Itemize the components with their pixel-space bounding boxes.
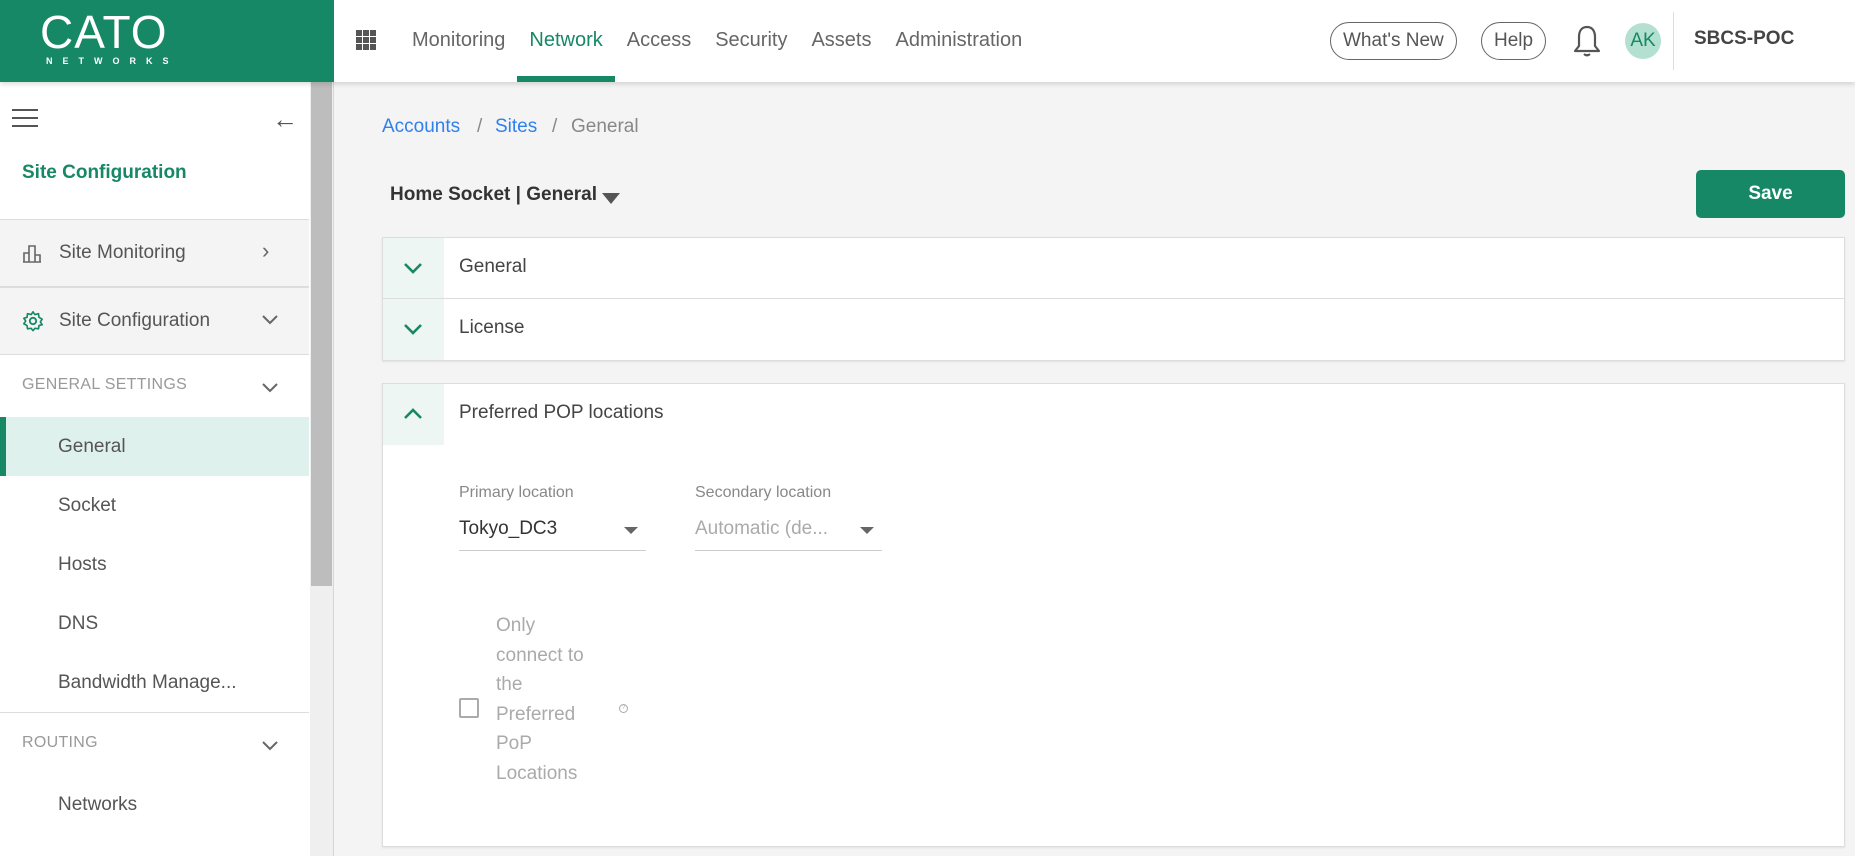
- chevron-down-icon: [262, 315, 278, 325]
- primary-location-select[interactable]: Tokyo_DC3: [459, 508, 646, 551]
- nav-access[interactable]: Access: [615, 0, 703, 82]
- sidebar-section-label: Site Monitoring: [59, 242, 186, 263]
- primary-location-value: Tokyo_DC3: [459, 518, 558, 539]
- account-name[interactable]: SBCS-POC: [1694, 28, 1794, 50]
- sidebar-divider: [0, 712, 309, 713]
- sidebar: ← Site Configuration Site Monitoring › S…: [0, 82, 310, 856]
- chevron-down-icon: [404, 263, 422, 274]
- panel-title: License: [459, 317, 525, 338]
- caret-down-icon: [860, 527, 874, 534]
- whats-new-button[interactable]: What's New: [1330, 22, 1457, 60]
- checkbox-label: Only connect to the Preferred PoP Locati…: [496, 615, 584, 784]
- sidebar-item-socket[interactable]: Socket: [0, 476, 309, 535]
- chevron-down-icon: [404, 324, 422, 335]
- sidebar-item-hosts[interactable]: Hosts: [0, 535, 309, 594]
- collapsed-panels: General License: [382, 237, 1845, 361]
- chevron-down-icon[interactable]: [260, 378, 280, 398]
- nav-security[interactable]: Security: [703, 0, 799, 82]
- panel-pop-toggle[interactable]: [383, 384, 444, 445]
- primary-location-label: Primary location: [459, 484, 574, 501]
- logo-subtitle: NETWORKS: [46, 56, 179, 66]
- sidebar-item-general[interactable]: General: [0, 417, 309, 476]
- nav-monitoring[interactable]: Monitoring: [400, 0, 517, 82]
- cato-logo[interactable]: CATO NETWORKS: [0, 0, 334, 82]
- help-icon[interactable]: ?: [619, 704, 628, 713]
- nav-assets[interactable]: Assets: [799, 0, 883, 82]
- help-button[interactable]: Help: [1481, 22, 1547, 60]
- breadcrumb-accounts[interactable]: Accounts: [382, 116, 460, 138]
- header-divider: [1673, 12, 1674, 70]
- sidebar-section-site-configuration[interactable]: Site Configuration: [0, 287, 309, 355]
- panel-preferred-pop: Preferred POP locations Primary location…: [382, 383, 1845, 847]
- nav-network[interactable]: Network: [517, 0, 616, 82]
- sidebar-item-dns[interactable]: DNS: [0, 594, 309, 653]
- bell-icon[interactable]: [1572, 24, 1602, 58]
- panel-title[interactable]: Preferred POP locations: [459, 402, 664, 424]
- chevron-up-icon: [404, 408, 422, 419]
- sidebar-title: Site Configuration: [22, 162, 187, 183]
- main-content: Accounts / Sites / General Home Socket |…: [334, 82, 1855, 856]
- page-title-selector[interactable]: Home Socket | General: [390, 184, 597, 206]
- logo-wordmark: CATO: [40, 6, 168, 58]
- chevron-right-icon: ›: [262, 238, 270, 263]
- user-avatar[interactable]: AK: [1625, 23, 1661, 59]
- preferred-pop-only-checkbox[interactable]: [459, 698, 479, 718]
- hamburger-icon[interactable]: [12, 109, 38, 129]
- secondary-location-placeholder: Automatic (de...: [695, 518, 829, 539]
- breadcrumb-sites[interactable]: Sites: [495, 116, 537, 138]
- breadcrumb-current: General: [571, 116, 639, 137]
- sidebar-scrollbar-thumb[interactable]: [311, 82, 332, 586]
- bar-chart-icon: [23, 245, 41, 263]
- sidebar-section-label: Site Configuration: [59, 310, 211, 331]
- chevron-down-icon[interactable]: [260, 736, 280, 756]
- breadcrumb-separator: /: [477, 116, 483, 137]
- panel-license[interactable]: License: [383, 299, 1844, 360]
- breadcrumb-separator: /: [552, 116, 558, 137]
- caret-down-icon: [624, 527, 638, 534]
- main-nav: Monitoring Network Access Security Asset…: [400, 0, 1034, 82]
- panel-general[interactable]: General: [383, 238, 1844, 299]
- gear-icon: [23, 311, 43, 332]
- caret-down-icon[interactable]: [602, 193, 620, 204]
- top-header: CATO NETWORKS Monitoring Network Access …: [0, 0, 1855, 82]
- sidebar-group-routing[interactable]: ROUTING: [22, 734, 98, 752]
- sidebar-section-site-monitoring[interactable]: Site Monitoring ›: [0, 219, 309, 287]
- arrow-left-icon[interactable]: ←: [272, 104, 298, 135]
- grid-icon[interactable]: [356, 30, 376, 50]
- sidebar-item-bandwidth-management[interactable]: Bandwidth Manage...: [0, 653, 309, 712]
- nav-administration[interactable]: Administration: [884, 0, 1035, 82]
- sidebar-item-networks[interactable]: Networks: [0, 775, 309, 834]
- secondary-location-select[interactable]: Automatic (de...: [695, 508, 882, 551]
- panel-title: General: [459, 256, 527, 277]
- secondary-location-label: Secondary location: [695, 484, 832, 501]
- sidebar-group-general-settings[interactable]: GENERAL SETTINGS: [22, 376, 187, 394]
- save-button[interactable]: Save: [1696, 170, 1845, 218]
